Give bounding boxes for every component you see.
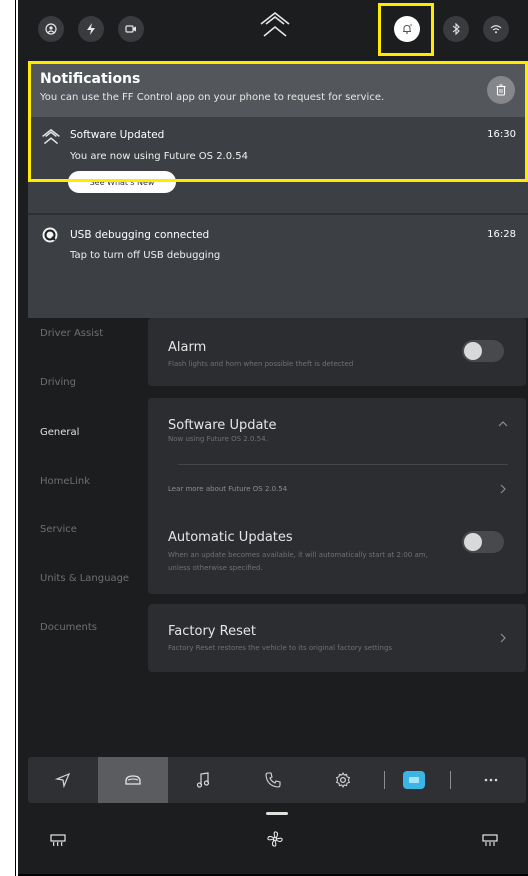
divider bbox=[178, 464, 508, 465]
nav-separator bbox=[450, 771, 451, 789]
music-icon[interactable] bbox=[168, 757, 238, 803]
notification-item-title: USB debugging connected bbox=[70, 229, 210, 241]
drawer-handle[interactable] bbox=[266, 812, 288, 815]
camera-icon[interactable] bbox=[118, 16, 144, 42]
alarm-desc: Flash lights and horn when possible thef… bbox=[168, 360, 354, 368]
navigation-icon[interactable] bbox=[28, 757, 98, 803]
wifi-icon[interactable] bbox=[483, 16, 509, 42]
notification-item-text: Tap to turn off USB debugging bbox=[70, 250, 221, 261]
automatic-updates-desc-line2: unless otherwise specified. bbox=[168, 564, 263, 572]
factory-reset-desc: Factory Reset restores the vehicle to it… bbox=[168, 644, 393, 652]
app-icon[interactable] bbox=[384, 757, 444, 803]
android-debug-icon bbox=[42, 227, 58, 243]
more-icon[interactable] bbox=[456, 757, 526, 803]
left-border bbox=[0, 0, 18, 876]
bell-icon[interactable] bbox=[394, 16, 420, 42]
automatic-updates-desc-line1: When an update becomes available, it wil… bbox=[168, 551, 428, 559]
notification-item-time: 16:28 bbox=[487, 229, 516, 240]
sidebar-item-service[interactable]: Service bbox=[40, 524, 77, 535]
learn-more-link: Lear more about Future OS 2.0.54 bbox=[168, 485, 288, 493]
software-update-desc: Now using Future OS 2.0.54. bbox=[168, 435, 268, 443]
automatic-updates-toggle[interactable] bbox=[462, 531, 504, 553]
phone-icon[interactable] bbox=[238, 757, 308, 803]
chevron-up-icon[interactable] bbox=[498, 416, 508, 430]
chevron-right-icon bbox=[500, 483, 506, 497]
bluetooth-icon[interactable] bbox=[443, 16, 469, 42]
notification-divider bbox=[28, 213, 528, 215]
chevron-right-icon bbox=[500, 632, 506, 646]
ff-logo-icon bbox=[260, 11, 290, 37]
software-update-highlight bbox=[28, 61, 528, 182]
bolt-icon[interactable] bbox=[78, 16, 104, 42]
software-update-title: Software Update bbox=[168, 418, 277, 433]
factory-reset-card[interactable]: Factory Reset Factory Reset restores the… bbox=[148, 604, 526, 672]
settings-icon[interactable] bbox=[308, 757, 378, 803]
sidebar-item-general[interactable]: General bbox=[40, 427, 79, 438]
sidebar-item-driving[interactable]: Driving bbox=[40, 377, 76, 388]
frame: Notifications You can use the FF Control… bbox=[0, 0, 528, 876]
user-icon[interactable] bbox=[38, 16, 64, 42]
sidebar-item-documents[interactable]: Documents bbox=[40, 622, 97, 633]
alarm-title: Alarm bbox=[168, 340, 207, 355]
bottom-nav bbox=[28, 757, 526, 803]
automatic-updates-title: Automatic Updates bbox=[168, 530, 293, 545]
software-update-card: Software Update Now using Future OS 2.0.… bbox=[148, 398, 526, 594]
factory-reset-title: Factory Reset bbox=[168, 624, 256, 639]
car-icon[interactable] bbox=[98, 757, 168, 803]
alarm-card: Alarm Flash lights and horn when possibl… bbox=[148, 318, 526, 386]
alarm-toggle[interactable] bbox=[462, 340, 504, 362]
status-bar bbox=[18, 0, 528, 58]
sidebar-item-units-language[interactable]: Units & Language bbox=[40, 573, 129, 584]
rear-defrost-icon-right[interactable] bbox=[482, 833, 498, 852]
vehicle-screen: Notifications You can use the FF Control… bbox=[18, 0, 528, 876]
sidebar-item-driver-assist[interactable]: Driver Assist bbox=[40, 328, 103, 339]
fan-icon[interactable] bbox=[266, 830, 284, 852]
sidebar-item-homelink[interactable]: HomeLink bbox=[40, 476, 90, 487]
rear-defrost-icon[interactable] bbox=[50, 833, 66, 852]
